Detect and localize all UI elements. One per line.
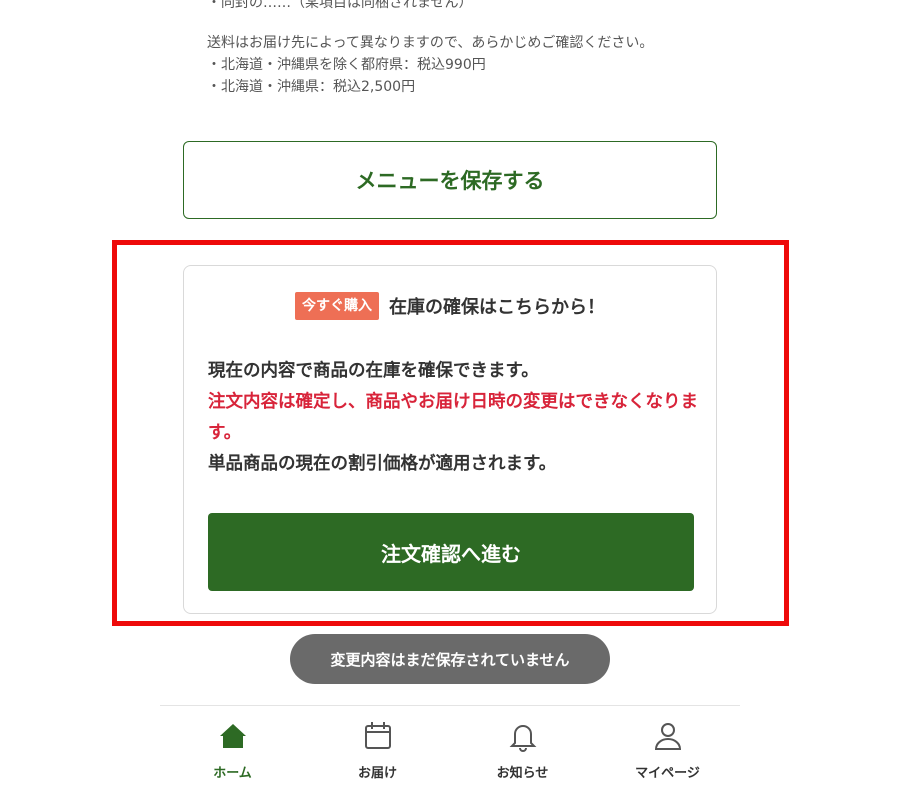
tab-home-label: ホーム — [213, 766, 252, 781]
card-header: 今すぐ購入 在庫の確保はこちらから！ — [184, 292, 716, 320]
shipping-note: 送料はお届け先によって異なりますので、あらかじめご確認ください。 — [207, 35, 654, 51]
bell-icon — [509, 725, 536, 752]
proceed-to-order-button[interactable]: 注文確認へ進む — [208, 513, 694, 591]
home-icon — [219, 724, 246, 748]
unsaved-toast: 変更内容はまだ保存されていません — [290, 634, 610, 684]
card-title: 在庫の確保はこちらから！ — [389, 297, 605, 318]
tab-delivery-label: お届け — [357, 766, 397, 781]
card-body: 現在の内容で商品の在庫を確保できます。 注文内容は確定し、商品やお届け日時の変更… — [208, 356, 698, 480]
purchase-card: 今すぐ購入 在庫の確保はこちらから！ 現在の内容で商品の在庫を確保できます。 注… — [183, 265, 717, 614]
card-line-discount: 単品商品の現在の割引価格が適用されます。 — [208, 454, 557, 474]
cut-off-text: ・同封の……（某項目は同梱されません） — [207, 0, 473, 11]
shipping-line-mainland: ・北海道・沖縄県を除く都府県：税込990円 — [207, 57, 486, 73]
save-menu-button[interactable]: メニューを保存する — [183, 141, 717, 219]
tab-notifications[interactable]: お知らせ — [450, 706, 595, 794]
tab-home[interactable]: ホーム — [160, 706, 305, 794]
user-icon — [654, 723, 681, 750]
tab-mypage[interactable]: マイページ — [595, 706, 740, 794]
buy-now-badge: 今すぐ購入 — [295, 292, 379, 320]
page: ・同封の……（某項目は同梱されません） 送料はお届け先によって異なりますので、あ… — [0, 0, 900, 794]
card-line-stock: 現在の内容で商品の在庫を確保できます。 — [208, 361, 539, 381]
card-warning: 注文内容は確定し、商品やお届け日時の変更はできなくなります。 — [208, 392, 698, 443]
tab-delivery[interactable]: お届け — [305, 706, 450, 794]
tab-mypage-label: マイページ — [635, 766, 700, 781]
tab-notifications-label: お知らせ — [496, 766, 549, 781]
shipping-info: 送料はお届け先によって異なりますので、あらかじめご確認ください。 ・北海道・沖縄… — [207, 32, 653, 98]
shipping-line-remote: ・北海道・沖縄県：税込2,500円 — [207, 79, 416, 95]
calendar-icon — [364, 722, 391, 749]
bottom-tab-bar: ホーム お届け お知らせ マイページ — [160, 705, 740, 794]
